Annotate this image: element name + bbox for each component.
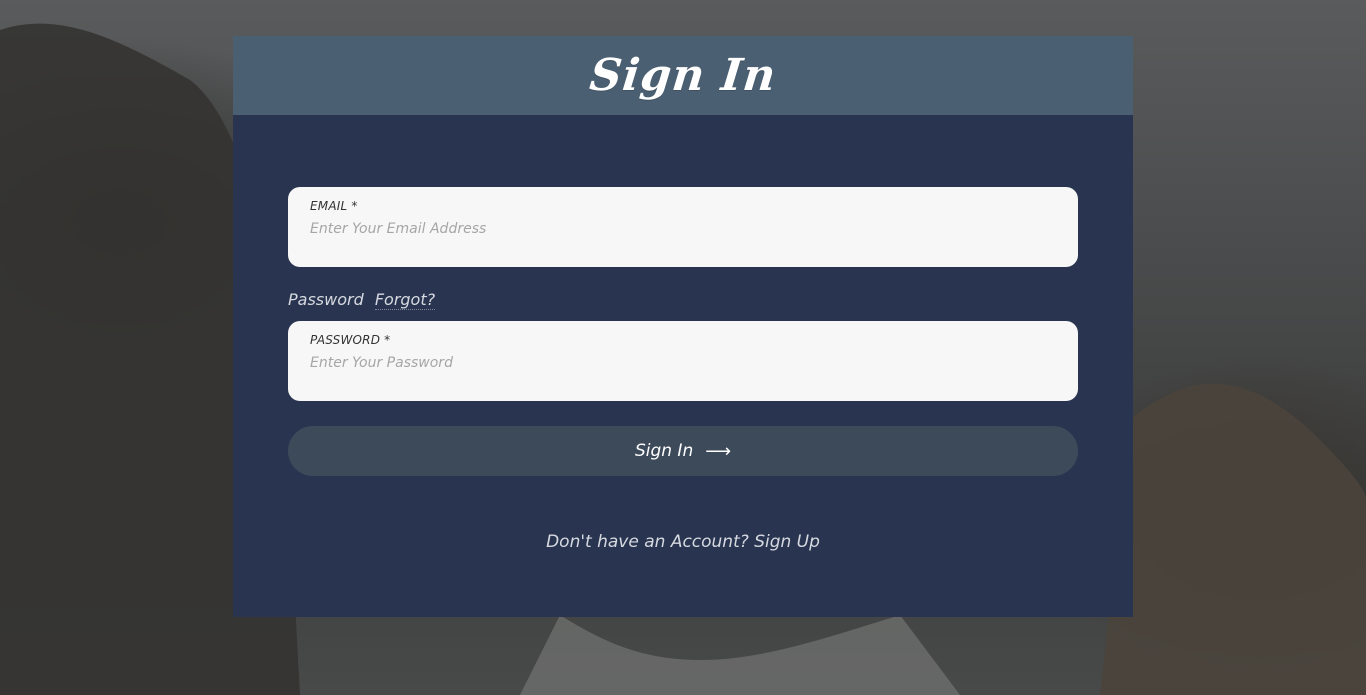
- sign-in-card: Sign In EMAIL * Password Forgot? PASSWOR…: [233, 36, 1133, 617]
- sign-in-button-label: Sign In: [634, 441, 694, 461]
- signup-prompt-text: Don't have an Account?: [546, 532, 749, 552]
- card-header: Sign In: [233, 36, 1133, 115]
- email-label: EMAIL *: [310, 199, 358, 213]
- sign-up-link[interactable]: Sign Up: [754, 532, 820, 552]
- email-input[interactable]: [310, 221, 1056, 237]
- password-input[interactable]: [310, 355, 1056, 371]
- password-field[interactable]: PASSWORD *: [288, 321, 1078, 401]
- sign-in-button[interactable]: Sign In ⟶: [288, 426, 1078, 476]
- page-title: Sign In: [587, 50, 779, 101]
- email-field[interactable]: EMAIL *: [288, 187, 1078, 267]
- arrow-right-icon: ⟶: [705, 440, 732, 462]
- password-label: PASSWORD *: [310, 333, 391, 347]
- signup-prompt: Don't have an Account? Sign Up: [233, 532, 1133, 552]
- password-caption-row: Password Forgot?: [288, 290, 436, 310]
- password-caption: Password: [288, 290, 364, 309]
- forgot-password-link[interactable]: Forgot?: [374, 290, 436, 310]
